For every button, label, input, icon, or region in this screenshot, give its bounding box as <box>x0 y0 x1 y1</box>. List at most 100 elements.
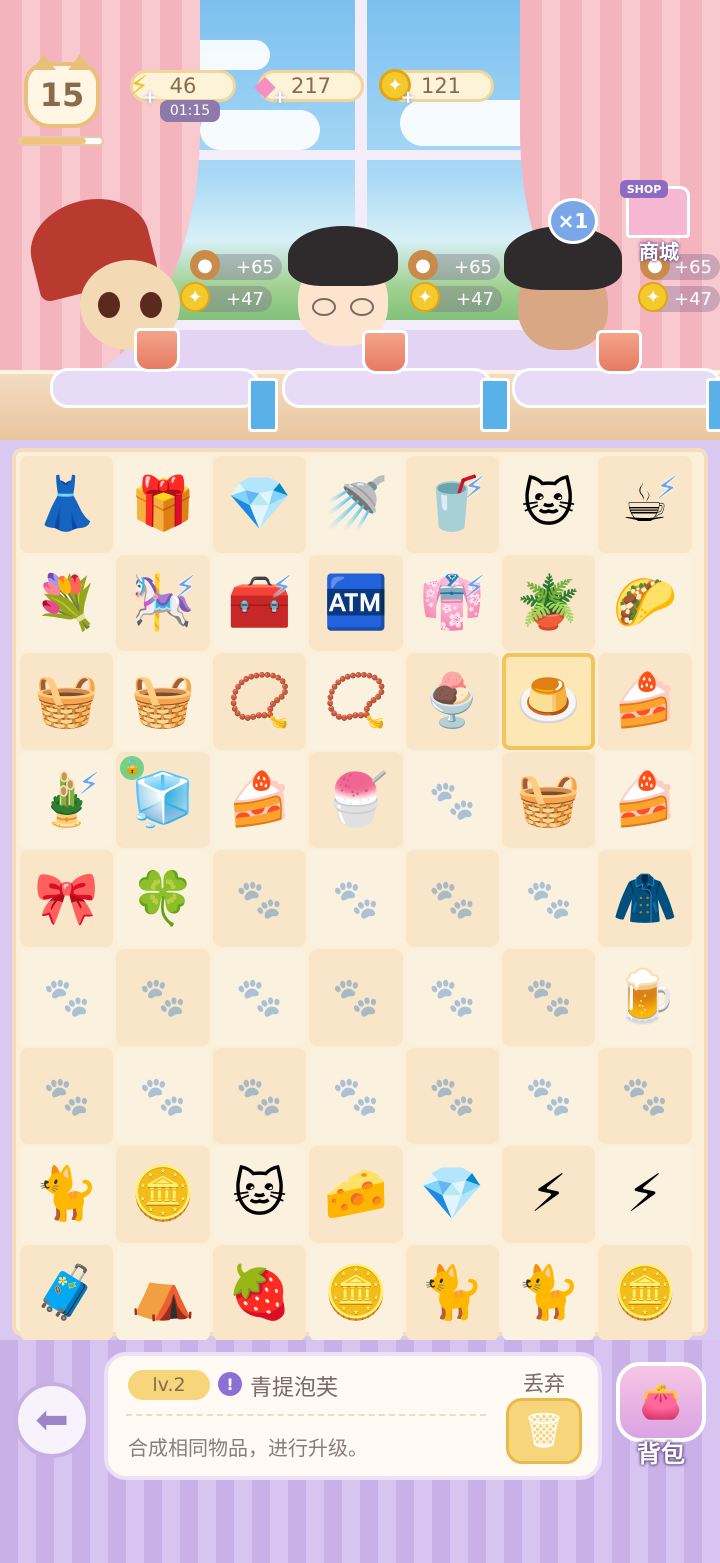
board-item-tent[interactable]: ⛺ <box>116 1244 210 1342</box>
board-item-taco-cat[interactable]: 🌮 <box>598 554 692 652</box>
energy-generator-icon: ⚡ <box>463 471 485 506</box>
board-item-cheese[interactable]: 🧀 <box>309 1146 403 1243</box>
board-item-coffee-generator[interactable]: ☕ ⚡ <box>598 456 692 553</box>
board-item-energy-bolt[interactable]: ⚡ <box>501 1146 596 1243</box>
taco-cat-icon: 🌮 <box>612 572 678 633</box>
double-energy-icon: ⚡ <box>626 1164 664 1225</box>
add-coins-icon[interactable]: + <box>400 89 416 107</box>
board-item-garden-set[interactable]: 🪴 <box>501 554 596 652</box>
acorn-reward: ● +65 <box>408 250 500 280</box>
divider <box>126 1414 486 1416</box>
shop-sign: SHOP <box>620 180 668 198</box>
board-grid: 👗 🎁 💎 🚿 🥤 ⚡ 🐱 ☕ ⚡ 💐 🎠 ⚡ 🧰 ⚡ 🏧 👘 ⚡ 🪴 🌮 🧺 🧺 📿 📿 🍨 🍮 🍰 🎍 ⚡ 🧊 🔓 🍰 🍧 🐾 🧺 🍰 🎀 🍀 🐾 🐾 🐾… <box>20 456 700 1342</box>
board-item-strawberry-drink[interactable]: 🍧 <box>309 751 403 849</box>
board-item-brown-cat[interactable]: 🐈 <box>20 1146 114 1243</box>
board-cell-empty[interactable]: 🐾 <box>116 948 210 1046</box>
discard-button[interactable]: 丢弃 🗑 <box>498 1368 590 1472</box>
board-item-gift-box[interactable]: 🎁 <box>116 456 210 553</box>
board-item-flower-basket[interactable]: 🧺 <box>20 653 114 750</box>
board-item-flower-basket[interactable]: 🧺 <box>116 653 210 750</box>
board-item-berry-jar[interactable]: 🍓 <box>212 1244 307 1342</box>
board-item-siamese-cat[interactable]: 🐈 <box>501 1244 596 1342</box>
item-description: 合成相同物品，进行升级。 <box>128 1436 368 1460</box>
suitcase-icon: 🧳 <box>34 1263 100 1324</box>
board-item-green-grape-puff[interactable]: 🍮 <box>501 653 596 750</box>
green-grape-puff-icon: 🍮 <box>516 671 582 732</box>
board-item-strawberry-cake[interactable]: 🍰 <box>598 751 692 849</box>
paw-print-icon: 🐾 <box>139 1073 187 1118</box>
board-item-flower-basket[interactable]: 🧺 <box>501 751 596 849</box>
board-item-glass-generator[interactable]: 🥤 ⚡ <box>405 456 499 553</box>
coin-reward: ✦ +47 <box>180 282 272 312</box>
board-item-coin[interactable]: 🪙 <box>116 1146 210 1243</box>
board-cell-empty[interactable]: 🐾 <box>501 850 596 947</box>
info-icon[interactable]: ! <box>218 1372 242 1396</box>
board-cell-empty[interactable]: 🐾 <box>501 1047 596 1145</box>
bag-button[interactable]: 👛 背包 <box>606 1362 716 1476</box>
board-item-locked-box[interactable]: 🧊 🔓 <box>116 751 210 849</box>
board-item-lucky-cat[interactable]: 🐱 <box>501 456 596 553</box>
strawberry-cake-icon: 🍰 <box>612 770 678 831</box>
board-item-earrings[interactable]: 📿 <box>309 653 403 750</box>
earrings-icon: 📿 <box>227 671 292 732</box>
board-item-jacket[interactable]: 🧥 <box>598 850 692 947</box>
order-card[interactable] <box>706 378 720 432</box>
board-item-vending-machine[interactable]: 🏧 <box>309 554 403 652</box>
board-item-plant-generator[interactable]: 🎍 ⚡ <box>20 751 114 849</box>
add-energy-icon[interactable]: + <box>142 89 158 107</box>
paw-print-icon: 🐾 <box>43 975 91 1020</box>
drink-cup <box>134 328 180 372</box>
board-item-double-energy[interactable]: ⚡ <box>598 1146 692 1243</box>
board-item-dress[interactable]: 👗 <box>20 456 114 553</box>
bouquet-icon: 💐 <box>34 572 100 633</box>
shop-button[interactable]: SHOP 商城 <box>614 180 704 264</box>
board-item-clothes-rack-generator[interactable]: 👘 ⚡ <box>405 554 499 652</box>
board-cell-empty[interactable]: 🐾 <box>598 1047 692 1145</box>
order-card[interactable] <box>480 378 510 432</box>
board-item-clover[interactable]: 🍀 <box>116 850 210 947</box>
item-name: 青提泡芙 <box>250 1376 339 1401</box>
board-item-bows[interactable]: 🎀 <box>20 850 114 947</box>
board-item-gems[interactable]: 💎 <box>212 456 307 553</box>
board-cell-empty[interactable]: 🐾 <box>212 1047 307 1145</box>
speed-multiplier-badge[interactable]: ×1 <box>548 198 598 244</box>
board-item-bouquet[interactable]: 💐 <box>20 554 114 652</box>
board-item-strawberry-cake[interactable]: 🍰 <box>212 751 307 849</box>
board-cell-empty[interactable]: 🐾 <box>20 948 114 1046</box>
board-cell-empty[interactable]: 🐾 <box>212 948 307 1046</box>
bag-icon: 👛 <box>616 1362 706 1442</box>
board-cell-empty[interactable]: 🐾 <box>20 1047 114 1145</box>
board-cell-empty[interactable]: 🐾 <box>405 1047 499 1145</box>
board-item-coin-stack[interactable]: 🪙 <box>598 1244 692 1342</box>
board-item-swing-generator[interactable]: 🎠 ⚡ <box>116 554 210 652</box>
order-card[interactable] <box>248 378 278 432</box>
paw-print-icon: 🐾 <box>428 975 476 1020</box>
board-item-coin-pile[interactable]: 🪙 <box>309 1244 403 1342</box>
paw-print-icon: 🐾 <box>332 1073 380 1118</box>
board-item-white-cat[interactable]: 🐱 <box>212 1146 307 1243</box>
gems-icon: 💎 <box>227 474 292 535</box>
board-item-parfait[interactable]: 🍨 <box>405 653 499 750</box>
board-cell-empty[interactable]: 🐾 <box>309 850 403 947</box>
add-gems-icon[interactable]: + <box>272 89 288 107</box>
siamese-cat-icon: 🐈 <box>516 1263 582 1324</box>
player-level-badge[interactable]: 15 <box>24 54 100 128</box>
board-cell-empty[interactable]: 🐾 <box>309 948 403 1046</box>
board-item-pink-gems[interactable]: 💎 <box>405 1146 499 1243</box>
board-cell-empty[interactable]: 🐾 <box>212 850 307 947</box>
back-button[interactable]: ⬅ <box>14 1382 90 1458</box>
board-item-strawberry-cake[interactable]: 🍰 <box>598 653 692 750</box>
board-item-calico-cat[interactable]: 🐈 <box>405 1244 499 1342</box>
board-item-juice-mug[interactable]: 🍺 <box>598 948 692 1046</box>
board-cell-empty[interactable]: 🐾 <box>405 850 499 947</box>
board-cell-empty[interactable]: 🐾 <box>405 948 499 1046</box>
board-cell-empty[interactable]: 🐾 <box>309 1047 403 1145</box>
board-cell-empty[interactable]: 🐾 <box>116 1047 210 1145</box>
board-item-chest-generator[interactable]: 🧰 ⚡ <box>212 554 307 652</box>
board-item-watering-can[interactable]: 🚿 <box>309 456 403 553</box>
board-cell-empty[interactable]: 🐾 <box>501 948 596 1046</box>
brown-cat-icon: 🐈 <box>34 1164 100 1225</box>
board-item-earrings[interactable]: 📿 <box>212 653 307 750</box>
board-item-suitcase[interactable]: 🧳 <box>20 1244 114 1342</box>
board-cell-empty[interactable]: 🐾 <box>405 751 499 849</box>
